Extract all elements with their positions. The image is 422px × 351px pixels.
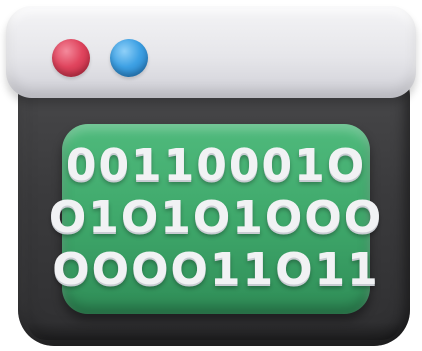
binary-row: 00110001O	[65, 140, 367, 191]
binary-screen: 00110001O O1O1O1OOO OOOO11O11	[49, 124, 381, 314]
window-title-bar	[6, 6, 416, 98]
binary-code: 00110001O O1O1O1OOO OOOO11O11	[49, 140, 381, 292]
red-dot-icon	[52, 39, 90, 77]
blue-dot-icon	[110, 39, 148, 77]
binary-row: OOOO11O11	[52, 244, 380, 295]
binary-code-window-illustration: 00110001O O1O1O1OOO OOOO11O11	[0, 0, 422, 351]
binary-row: O1O1O1OOO	[48, 192, 384, 243]
